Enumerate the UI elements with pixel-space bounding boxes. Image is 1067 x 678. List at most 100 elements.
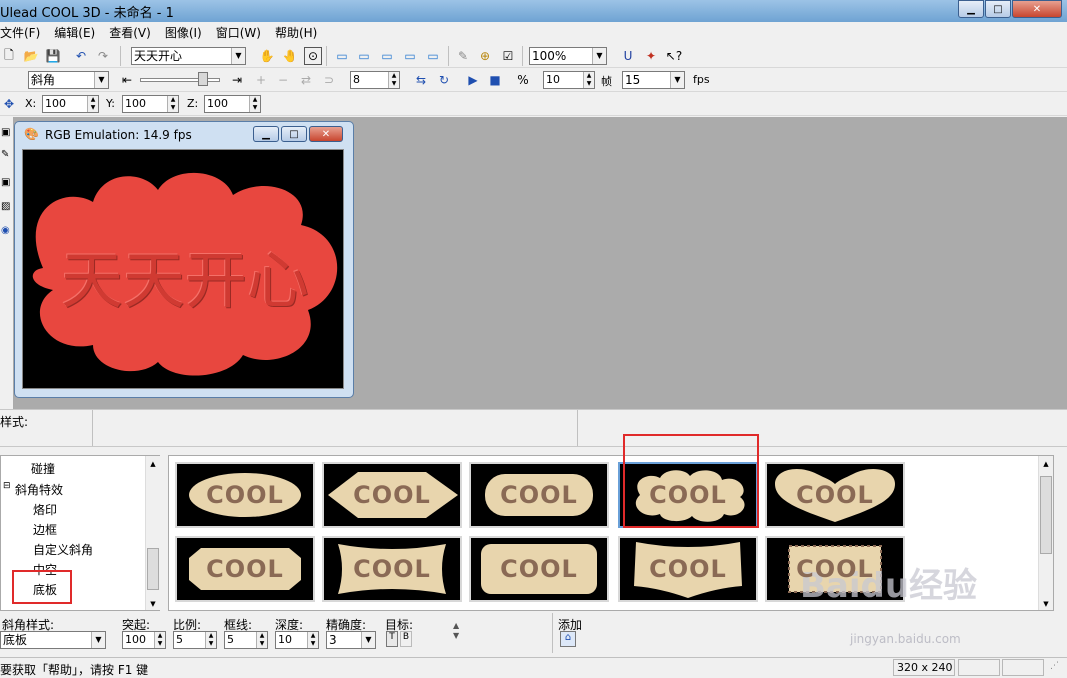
view-top-icon[interactable]: ▭: [355, 47, 373, 65]
spin-arrows-icon[interactable]: ▲ ▼: [154, 632, 165, 648]
menu-window[interactable]: 窗口(W): [216, 24, 261, 41]
spin-arrows-icon[interactable]: ▲ ▼: [388, 72, 399, 88]
target-bottom-button[interactable]: B: [400, 631, 412, 647]
render-viewport[interactable]: 天天开心: [22, 149, 344, 389]
spin-arrows-icon[interactable]: ▲ ▼: [167, 96, 178, 112]
menu-edit[interactable]: 编辑(E): [54, 24, 95, 41]
timeline-slider[interactable]: [140, 78, 220, 82]
target-top-button[interactable]: T: [386, 631, 398, 647]
depth-field[interactable]: 10 ▲ ▼: [275, 631, 319, 649]
close-button[interactable]: ✕: [1012, 0, 1062, 18]
thumb-shield[interactable]: COOL: [618, 536, 758, 602]
wand-icon[interactable]: ✎: [454, 47, 472, 65]
spin-arrows-icon[interactable]: ▲ ▼: [249, 96, 260, 112]
save-icon[interactable]: 💾: [44, 47, 62, 65]
collapse-arrows-icon[interactable]: ▲ ▼: [453, 621, 459, 641]
preview-minimize-button[interactable]: ▁: [253, 126, 279, 142]
context-help-icon[interactable]: ↖?: [665, 47, 683, 65]
maximize-button[interactable]: □: [985, 0, 1011, 18]
stop-icon[interactable]: ■: [486, 71, 504, 89]
thumb-rounded-rect[interactable]: COOL: [469, 536, 609, 602]
thumb-diamond[interactable]: COOL: [322, 462, 462, 528]
bulge-field[interactable]: 100 ▲ ▼: [122, 631, 166, 649]
view-bottom-icon[interactable]: ▭: [401, 47, 419, 65]
view-back-icon[interactable]: ▭: [424, 47, 442, 65]
x-field[interactable]: 100 ▲ ▼: [42, 95, 99, 113]
new-icon[interactable]: 🗋: [0, 47, 18, 65]
globe-icon[interactable]: ◉: [1, 225, 10, 236]
repeat-icon[interactable]: ↻: [435, 71, 453, 89]
menu-help[interactable]: 帮助(H): [275, 24, 317, 41]
ratio-field[interactable]: 5 ▲ ▼: [173, 631, 217, 649]
tree-collapse-icon[interactable]: ⊟: [3, 481, 11, 491]
move-icon[interactable]: ✥: [0, 95, 18, 113]
view-front-icon[interactable]: ▭: [333, 47, 351, 65]
spin-arrows-icon[interactable]: ▲ ▼: [256, 632, 267, 648]
y-field[interactable]: 100 ▲ ▼: [122, 95, 179, 113]
scroll-down-icon[interactable]: ▼: [146, 600, 160, 608]
spin-arrows-icon[interactable]: ▲ ▼: [87, 96, 98, 112]
frame-count-field[interactable]: 10 ▲ ▼: [543, 71, 595, 89]
redo-icon[interactable]: ↷: [94, 47, 112, 65]
rotate-hand-icon[interactable]: 🤚: [281, 47, 299, 65]
check-icon[interactable]: ☑: [499, 47, 517, 65]
insert-icon[interactable]: ▣: [1, 177, 10, 188]
tree-item-custom-bevel[interactable]: 自定义斜角: [33, 541, 93, 558]
frame-field[interactable]: 5 ▲ ▼: [224, 631, 268, 649]
wizard-icon[interactable]: ✦: [642, 47, 660, 65]
thumb-octagon[interactable]: COOL: [175, 536, 315, 602]
open-icon[interactable]: 📂: [22, 47, 40, 65]
edit-icon[interactable]: ✎: [1, 149, 9, 160]
undo-icon[interactable]: ↶: [72, 47, 90, 65]
timeline-slider-thumb[interactable]: [198, 72, 208, 86]
thumb-pillow[interactable]: COOL: [322, 536, 462, 602]
globe-icon[interactable]: ⊕: [476, 47, 494, 65]
gallery-scroll-thumb[interactable]: [1040, 476, 1052, 554]
fps-combo[interactable]: 15 ▼: [622, 71, 685, 89]
bevel-combo[interactable]: 斜角 ▼: [28, 71, 109, 89]
play-icon[interactable]: ▶: [464, 71, 482, 89]
gallery-scrollbar[interactable]: ▲ ▼: [1038, 456, 1053, 610]
preview-maximize-button[interactable]: □: [281, 126, 307, 142]
last-frame-icon[interactable]: ⇥: [228, 71, 246, 89]
thumb-rounded[interactable]: COOL: [469, 462, 609, 528]
menu-view[interactable]: 查看(V): [109, 24, 151, 41]
preview-close-button[interactable]: ✕: [309, 126, 343, 142]
tree-scroll-thumb[interactable]: [147, 548, 159, 590]
add-preset-icon[interactable]: ⌂: [560, 631, 576, 647]
thumb-ellipse[interactable]: COOL: [175, 462, 315, 528]
fit-icon[interactable]: ⊙: [304, 47, 322, 65]
tree-item-border[interactable]: 边框: [33, 521, 57, 538]
text-object-combo[interactable]: 天天开心 ▼: [131, 47, 246, 65]
view-side-icon[interactable]: ▭: [378, 47, 396, 65]
menu-file[interactable]: 文件(F): [0, 24, 40, 41]
thumb-heart[interactable]: COOL: [765, 462, 905, 528]
z-field[interactable]: 100 ▲ ▼: [204, 95, 261, 113]
scroll-up-icon[interactable]: ▲: [1039, 460, 1053, 468]
spin-arrows-icon[interactable]: ▲ ▼: [307, 632, 318, 648]
spin-arrows-icon[interactable]: ▲ ▼: [205, 632, 216, 648]
image-icon[interactable]: ▨: [1, 201, 10, 212]
tree-scrollbar[interactable]: ▲ ▼: [145, 456, 160, 610]
add-keyframe-icon[interactable]: +: [252, 71, 270, 89]
zoom-combo[interactable]: 100% ▼: [529, 47, 607, 65]
remove-keyframe-icon[interactable]: −: [274, 71, 292, 89]
reverse-icon[interactable]: ⇄: [297, 71, 315, 89]
bevel-style-combo[interactable]: 底板 ▼: [0, 631, 106, 649]
frame-number-field[interactable]: 8 ▲ ▼: [350, 71, 400, 89]
hand-icon[interactable]: ✋: [258, 47, 276, 65]
resize-grip-icon[interactable]: ⋰: [1050, 661, 1059, 671]
menu-image[interactable]: 图像(I): [165, 24, 202, 41]
tree-item-bevel-effects[interactable]: 斜角特效: [15, 481, 63, 498]
ulead-icon[interactable]: U: [619, 47, 637, 65]
tree-item-imprint[interactable]: 烙印: [33, 501, 57, 518]
precision-combo[interactable]: 3 ▼: [326, 631, 376, 649]
loop-icon[interactable]: ⊃: [320, 71, 338, 89]
spin-arrows-icon[interactable]: ▲ ▼: [583, 72, 594, 88]
scroll-down-icon[interactable]: ▼: [1039, 600, 1053, 608]
percent-icon[interactable]: %: [514, 71, 532, 89]
tree-item-collision[interactable]: 碰撞: [31, 460, 55, 477]
pingpong-icon[interactable]: ⇆: [412, 71, 430, 89]
select-icon[interactable]: ▣: [1, 127, 10, 138]
first-frame-icon[interactable]: ⇤: [118, 71, 136, 89]
